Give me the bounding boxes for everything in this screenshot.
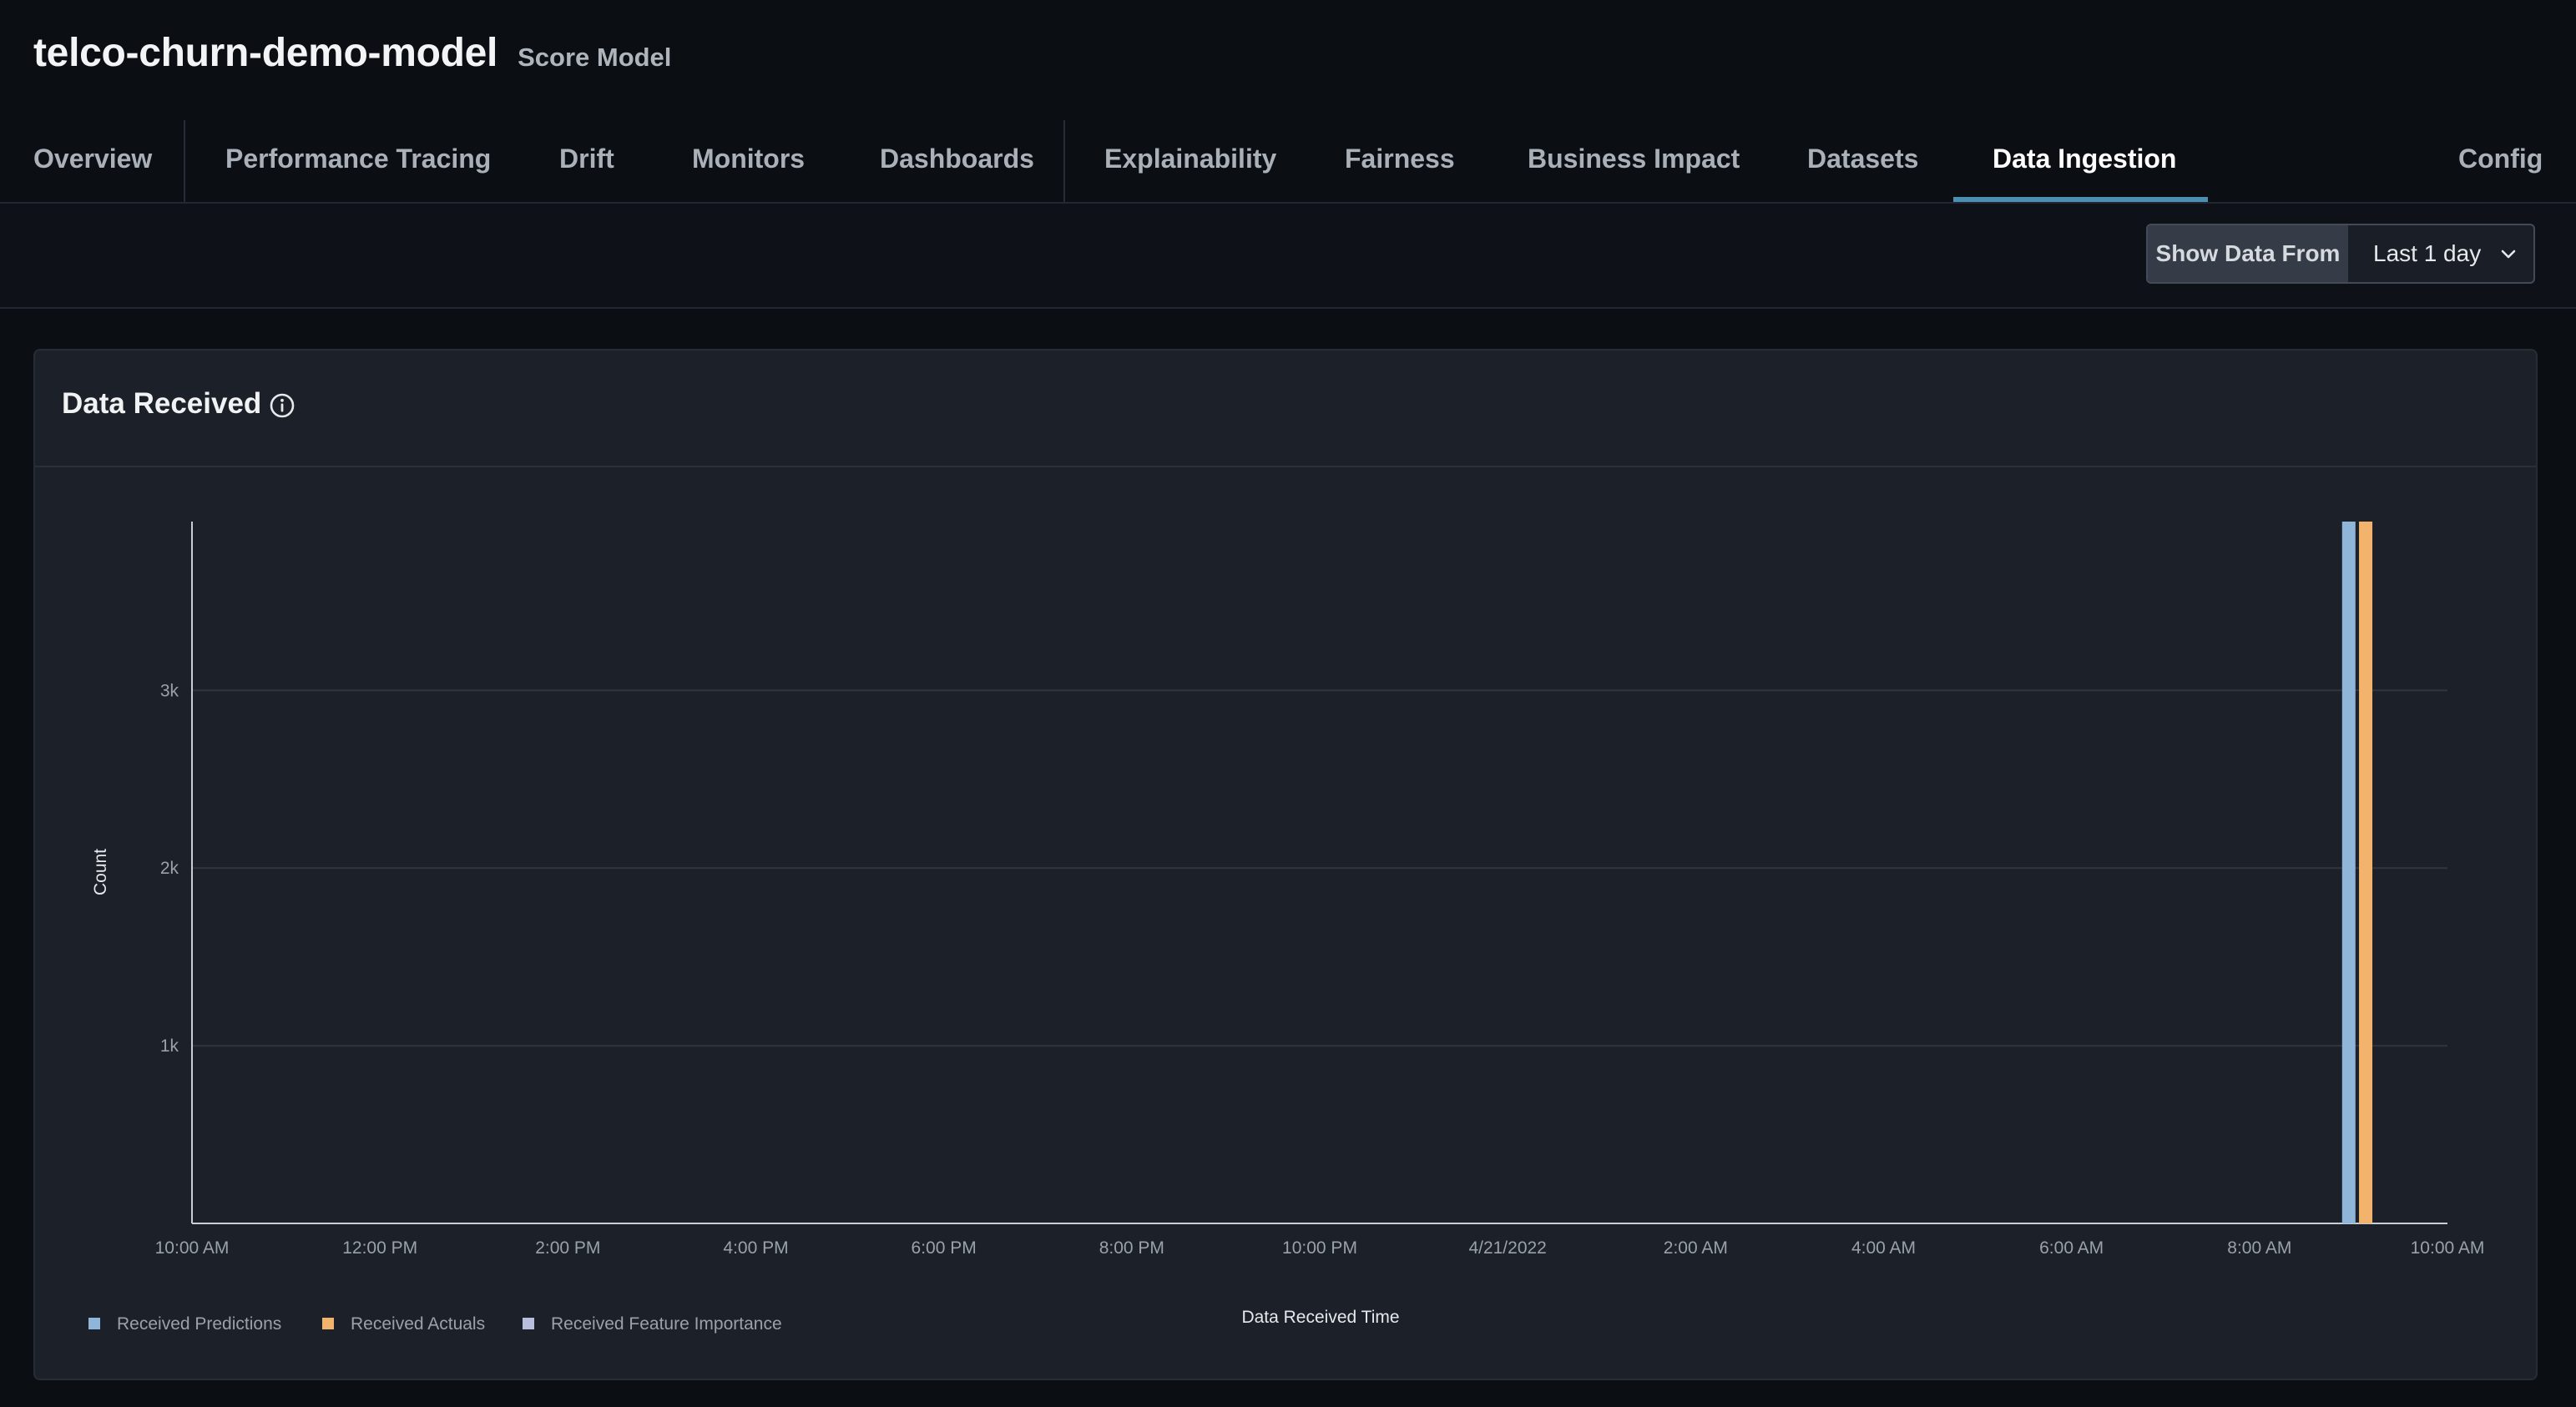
tab-performance-tracing[interactable]: Performance Tracing xyxy=(225,117,491,200)
tab-fairness[interactable]: Fairness xyxy=(1345,117,1455,200)
bar-received-actuals xyxy=(2359,522,2373,1223)
tab-config[interactable]: Config xyxy=(2458,117,2543,200)
x-tick-label: 4:00 AM xyxy=(1851,1238,1916,1258)
y-tick-label: 3k xyxy=(160,681,179,700)
active-tab-indicator xyxy=(1953,197,2208,202)
legend-label: Received Predictions xyxy=(117,1314,281,1334)
tab-divider xyxy=(184,120,185,202)
time-range-value: Last 1 day xyxy=(2373,240,2482,266)
x-tick-label: 4/21/2022 xyxy=(1468,1238,1546,1258)
x-tick-label: 10:00 AM xyxy=(2411,1238,2485,1258)
app-root: telco-churn-demo-model Score Model Overv… xyxy=(0,0,2576,1407)
legend-swatch xyxy=(88,1318,100,1329)
x-tick-label: 2:00 AM xyxy=(1664,1238,1728,1258)
model-type-label: Score Model xyxy=(518,43,672,72)
x-tick-label: 4:00 PM xyxy=(723,1238,788,1258)
tab-datasets[interactable]: Datasets xyxy=(1807,117,1918,200)
tab-business-impact[interactable]: Business Impact xyxy=(1528,117,1740,200)
legend-swatch xyxy=(322,1318,334,1329)
x-tick-label: 10:00 PM xyxy=(1282,1238,1357,1258)
x-tick-label: 8:00 AM xyxy=(2227,1238,2291,1258)
tab-dashboards[interactable]: Dashboards xyxy=(880,117,1034,200)
model-name: telco-churn-demo-model xyxy=(33,31,498,75)
tab-divider xyxy=(1063,120,1065,202)
x-axis-title: Data Received Time xyxy=(1241,1308,1399,1327)
time-range-dropdown[interactable]: Last 1 day xyxy=(2348,225,2533,282)
tab-data-ingestion[interactable]: Data Ingestion xyxy=(1993,117,2176,200)
y-tick-label: 2k xyxy=(160,859,179,878)
data-received-card: Data Received 1k 2k 3k 10:00 AM 12:00 PM 2:00… xyxy=(33,349,2538,1380)
x-tick-label: 12:00 PM xyxy=(342,1238,417,1258)
x-tick-label: 2:00 PM xyxy=(535,1238,600,1258)
y-tick-label: 1k xyxy=(160,1036,179,1056)
tab-overview[interactable]: Overview xyxy=(33,117,152,200)
tab-explainability[interactable]: Explainability xyxy=(1104,117,1276,200)
data-received-chart: 1k 2k 3k 10:00 AM 12:00 PM 2:00 PM 4:00 PM 6:00… xyxy=(88,522,2485,1334)
legend-label: Received Actuals xyxy=(351,1314,485,1334)
time-range-selector[interactable]: Show Data From Last 1 day xyxy=(2146,224,2535,284)
bar-received-predictions xyxy=(2341,522,2356,1223)
x-tick-label: 6:00 AM xyxy=(2039,1238,2104,1258)
y-axis-title: Count xyxy=(91,849,110,895)
time-range-label: Show Data From xyxy=(2148,225,2348,282)
legend-swatch xyxy=(523,1318,534,1329)
x-tick-label: 6:00 PM xyxy=(912,1238,977,1258)
legend-label: Received Feature Importance xyxy=(551,1314,782,1334)
tab-monitors[interactable]: Monitors xyxy=(692,117,805,200)
chevron-down-icon xyxy=(2501,250,2516,259)
model-nav-tabs: Overview Performance Tracing Drift Monit… xyxy=(0,117,2576,204)
x-tick-label: 8:00 PM xyxy=(1099,1238,1164,1258)
x-tick-label: 10:00 AM xyxy=(155,1238,230,1258)
tab-drift[interactable]: Drift xyxy=(559,117,614,200)
toolbar: Show Data From Last 1 day xyxy=(0,204,2576,309)
page-header: telco-churn-demo-model Score Model xyxy=(33,30,671,80)
